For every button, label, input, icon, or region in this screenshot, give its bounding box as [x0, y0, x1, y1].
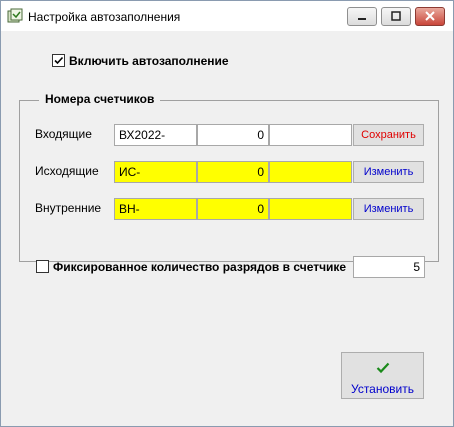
fixed-digits-label[interactable]: Фиксированное количество разрядов в счет… [53, 260, 346, 274]
internal-label: Внутренние [35, 201, 102, 215]
maximize-button[interactable] [381, 7, 411, 26]
minimize-button[interactable] [347, 7, 377, 26]
outgoing-edit-button[interactable]: Изменить [353, 161, 424, 183]
install-button-label: Установить [351, 382, 414, 396]
minimize-icon [358, 18, 366, 20]
checkmark-icon [376, 362, 390, 374]
install-button[interactable]: Установить [341, 352, 424, 399]
close-button[interactable] [415, 7, 445, 26]
outgoing-suffix-field[interactable] [269, 161, 352, 183]
outgoing-prefix-field[interactable]: ИС- [114, 161, 197, 183]
title-bar[interactable]: Настройка автозаполнения [1, 1, 453, 31]
close-icon [425, 11, 435, 21]
outgoing-label: Исходящие [35, 164, 99, 178]
internal-suffix-field[interactable] [269, 198, 352, 220]
fixed-digits-checkbox[interactable] [36, 260, 49, 273]
save-button[interactable]: Сохранить [353, 124, 424, 146]
incoming-suffix-field[interactable] [269, 124, 352, 146]
counters-group-title: Номера счетчиков [39, 92, 161, 106]
settings-window: Настройка автозаполнения Включить автоза… [0, 0, 454, 427]
check-mark-icon [54, 56, 64, 65]
outgoing-number-field[interactable]: 0 [197, 161, 269, 183]
window-title: Настройка автозаполнения [28, 10, 181, 24]
internal-edit-button[interactable]: Изменить [353, 198, 424, 220]
incoming-number-field[interactable]: 0 [197, 124, 269, 146]
maximize-icon [391, 11, 401, 21]
autofill-checkbox[interactable] [52, 54, 65, 67]
incoming-label: Входящие [35, 127, 92, 141]
digits-count-field[interactable]: 5 [353, 256, 425, 278]
internal-number-field[interactable]: 0 [197, 198, 269, 220]
app-icon [7, 8, 23, 23]
autofill-label[interactable]: Включить автозаполнение [69, 54, 229, 68]
incoming-prefix-field[interactable]: ВХ2022- [114, 124, 197, 146]
internal-prefix-field[interactable]: ВН- [114, 198, 197, 220]
